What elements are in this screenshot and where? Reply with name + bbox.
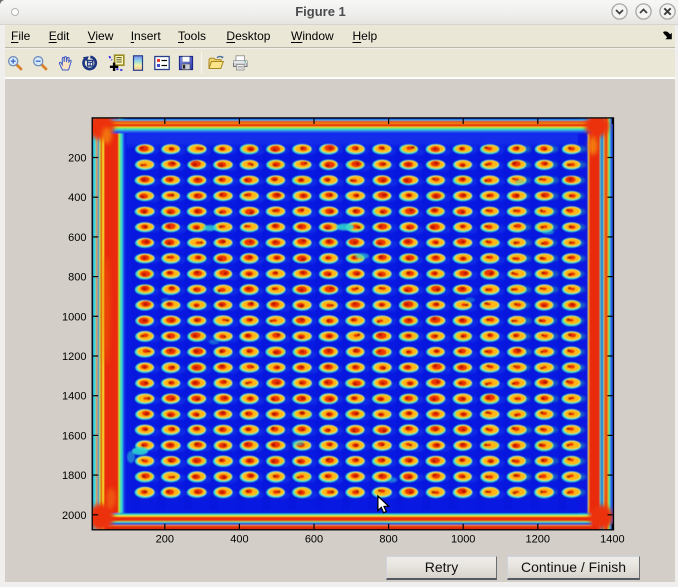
svg-text:800: 800 <box>379 533 397 545</box>
svg-text:1400: 1400 <box>62 391 86 403</box>
svg-text:1600: 1600 <box>62 430 86 442</box>
svg-text:400: 400 <box>230 533 248 545</box>
svg-text:1400: 1400 <box>600 533 624 545</box>
svg-text:600: 600 <box>305 533 323 545</box>
svg-text:200: 200 <box>68 153 86 165</box>
svg-text:1000: 1000 <box>62 311 86 323</box>
svg-text:1800: 1800 <box>62 470 86 482</box>
svg-text:1000: 1000 <box>451 533 475 545</box>
svg-text:2000: 2000 <box>62 510 86 522</box>
svg-text:600: 600 <box>68 232 86 244</box>
svg-text:1200: 1200 <box>62 351 86 363</box>
svg-text:200: 200 <box>156 533 174 545</box>
svg-text:800: 800 <box>68 272 86 284</box>
svg-text:1200: 1200 <box>526 533 550 545</box>
svg-text:400: 400 <box>68 192 86 204</box>
